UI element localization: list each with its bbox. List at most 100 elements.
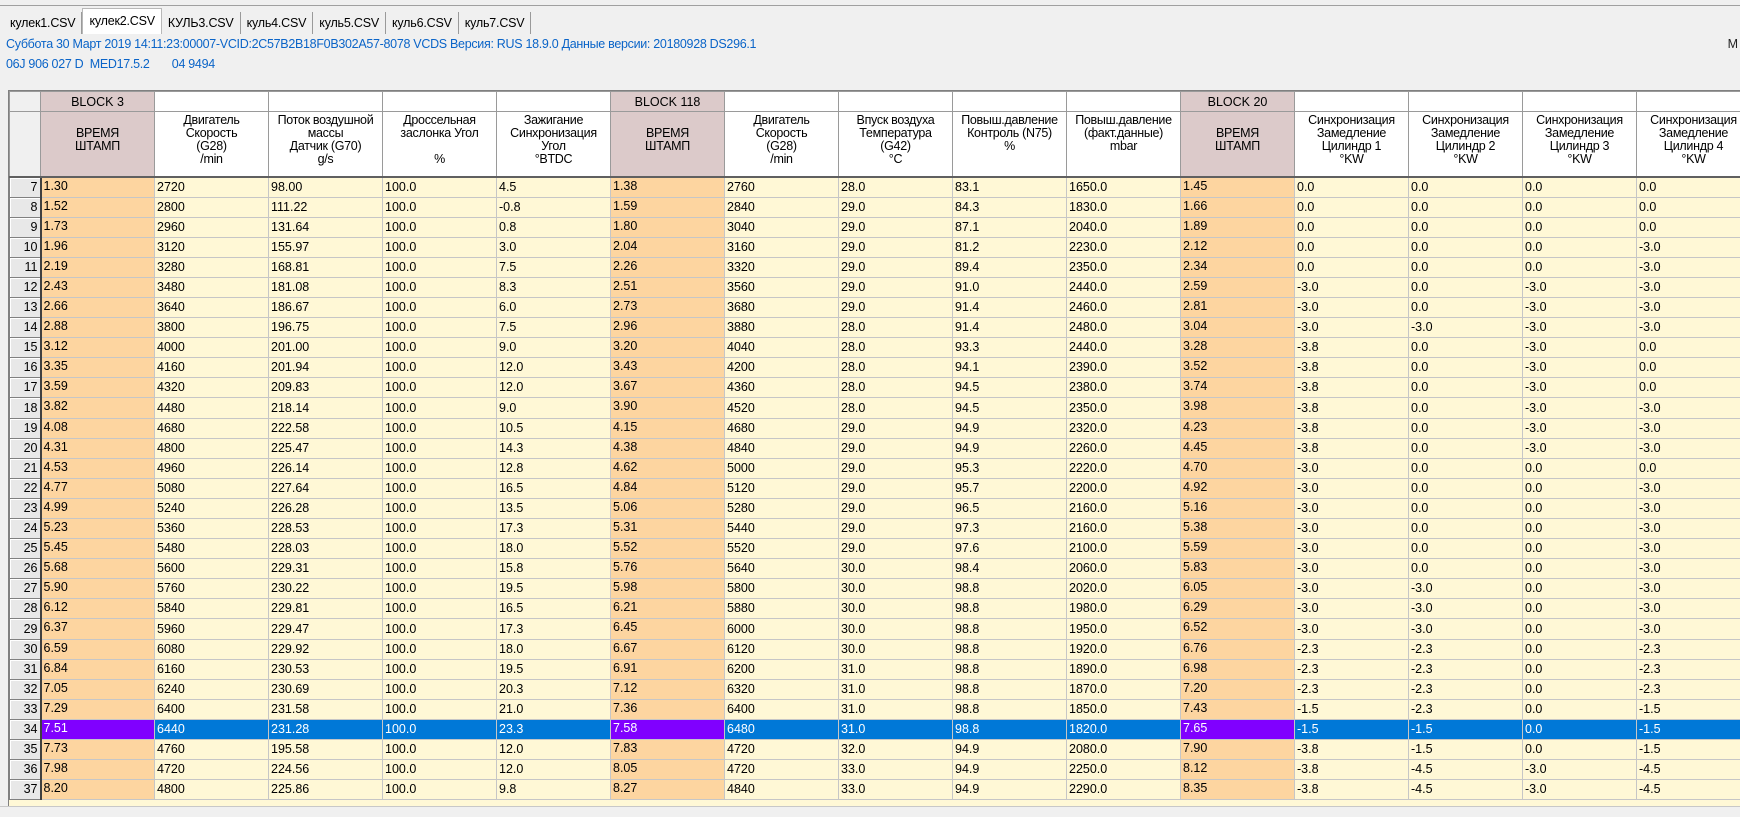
table-row[interactable]: 286.125840229.81100.016.56.21588030.098.… <box>10 599 1740 619</box>
value-cell[interactable]: 2040.0 <box>1067 217 1181 237</box>
value-cell[interactable]: 5640 <box>725 559 839 579</box>
value-cell[interactable]: -3.8 <box>1295 760 1409 780</box>
value-cell[interactable]: 3160 <box>725 237 839 257</box>
value-cell[interactable]: 4520 <box>725 398 839 418</box>
timestamp-cell[interactable]: 8.05 <box>611 760 725 780</box>
value-cell[interactable]: 7.5 <box>497 257 611 277</box>
value-cell[interactable]: 13.5 <box>497 498 611 518</box>
value-cell[interactable]: 100.0 <box>383 277 497 297</box>
value-cell[interactable]: 7.5 <box>497 318 611 338</box>
value-cell[interactable]: 94.1 <box>953 358 1067 378</box>
row-number[interactable]: 21 <box>10 458 41 478</box>
value-cell[interactable]: 0.0 <box>1523 498 1637 518</box>
table-row[interactable]: 91.732960131.64100.00.81.80304029.087.12… <box>10 217 1740 237</box>
value-cell[interactable]: 0.0 <box>1523 519 1637 539</box>
value-cell[interactable]: 31.0 <box>839 719 953 739</box>
value-cell[interactable]: 100.0 <box>383 679 497 699</box>
timestamp-cell[interactable]: 6.91 <box>611 659 725 679</box>
value-cell[interactable]: -3.0 <box>1637 398 1740 418</box>
timestamp-cell[interactable]: 4.84 <box>611 478 725 498</box>
value-cell[interactable]: 98.8 <box>953 619 1067 639</box>
value-cell[interactable]: 231.28 <box>269 719 383 739</box>
value-cell[interactable]: 29.0 <box>839 438 953 458</box>
value-cell[interactable]: 4320 <box>155 378 269 398</box>
timestamp-cell[interactable]: 2.81 <box>1181 297 1295 317</box>
value-cell[interactable]: 97.3 <box>953 519 1067 539</box>
value-cell[interactable]: 29.0 <box>839 458 953 478</box>
value-cell[interactable]: 91.4 <box>953 318 1067 338</box>
value-cell[interactable]: 0.0 <box>1523 237 1637 257</box>
value-cell[interactable]: -3.0 <box>1637 237 1740 257</box>
timestamp-cell[interactable]: 4.92 <box>1181 478 1295 498</box>
value-cell[interactable]: 29.0 <box>839 418 953 438</box>
value-cell[interactable]: 4360 <box>725 378 839 398</box>
value-cell[interactable]: 3320 <box>725 257 839 277</box>
value-cell[interactable]: 31.0 <box>839 679 953 699</box>
timestamp-cell[interactable]: 6.12 <box>41 599 155 619</box>
value-cell[interactable]: -2.3 <box>1409 639 1523 659</box>
table-row[interactable]: 245.235360228.53100.017.35.31544029.097.… <box>10 519 1740 539</box>
value-cell[interactable]: -3.0 <box>1637 418 1740 438</box>
value-cell[interactable]: 3120 <box>155 237 269 257</box>
value-cell[interactable]: 4760 <box>155 740 269 760</box>
value-cell[interactable]: 0.0 <box>1409 418 1523 438</box>
value-cell[interactable]: -3.0 <box>1295 498 1409 518</box>
value-cell[interactable]: 0.0 <box>1409 478 1523 498</box>
value-cell[interactable]: 28.0 <box>839 318 953 338</box>
value-cell[interactable]: 222.58 <box>269 418 383 438</box>
value-cell[interactable]: -3.0 <box>1523 418 1637 438</box>
value-cell[interactable]: 29.0 <box>839 478 953 498</box>
timestamp-cell[interactable]: 3.74 <box>1181 378 1295 398</box>
value-cell[interactable]: 0.0 <box>1523 458 1637 478</box>
value-cell[interactable]: 3040 <box>725 217 839 237</box>
value-cell[interactable]: 6200 <box>725 659 839 679</box>
value-cell[interactable]: 6000 <box>725 619 839 639</box>
value-cell[interactable]: -4.5 <box>1637 760 1740 780</box>
value-cell[interactable]: 3680 <box>725 297 839 317</box>
timestamp-cell[interactable]: 4.77 <box>41 478 155 498</box>
table-row[interactable]: 255.455480228.03100.018.05.52552029.097.… <box>10 539 1740 559</box>
row-number[interactable]: 7 <box>10 177 41 198</box>
value-cell[interactable]: -3.0 <box>1409 599 1523 619</box>
value-cell[interactable]: -3.0 <box>1523 358 1637 378</box>
value-cell[interactable]: 0.0 <box>1409 257 1523 277</box>
value-cell[interactable]: 100.0 <box>383 539 497 559</box>
value-cell[interactable]: 226.14 <box>269 458 383 478</box>
tab--2-csv[interactable]: кулек2.CSV <box>82 8 161 34</box>
value-cell[interactable]: -3.8 <box>1295 780 1409 800</box>
timestamp-cell[interactable]: 2.96 <box>611 318 725 338</box>
value-cell[interactable]: 28.0 <box>839 338 953 358</box>
value-cell[interactable]: -2.3 <box>1409 679 1523 699</box>
value-cell[interactable]: -3.0 <box>1637 559 1740 579</box>
timestamp-cell[interactable]: 4.45 <box>1181 438 1295 458</box>
value-cell[interactable]: 30.0 <box>839 619 953 639</box>
value-cell[interactable]: 4480 <box>155 398 269 418</box>
timestamp-cell[interactable]: 4.70 <box>1181 458 1295 478</box>
value-cell[interactable]: 0.0 <box>1295 237 1409 257</box>
timestamp-cell[interactable]: 4.23 <box>1181 418 1295 438</box>
value-cell[interactable]: 29.0 <box>839 257 953 277</box>
tab--4-csv[interactable]: куль4.CSV <box>241 12 314 34</box>
column-header[interactable]: Двигатель Скорость (G28) /min <box>725 112 839 177</box>
row-number[interactable]: 20 <box>10 438 41 458</box>
value-cell[interactable]: 1820.0 <box>1067 719 1181 739</box>
timestamp-cell[interactable]: 3.12 <box>41 338 155 358</box>
value-cell[interactable]: 100.0 <box>383 338 497 358</box>
value-cell[interactable]: 94.9 <box>953 740 1067 760</box>
table-row[interactable]: 327.056240230.69100.020.37.12632031.098.… <box>10 679 1740 699</box>
value-cell[interactable]: 230.22 <box>269 579 383 599</box>
value-cell[interactable]: 229.47 <box>269 619 383 639</box>
value-cell[interactable]: -3.8 <box>1295 398 1409 418</box>
value-cell[interactable]: 6480 <box>725 719 839 739</box>
value-cell[interactable]: 100.0 <box>383 418 497 438</box>
row-number[interactable]: 30 <box>10 639 41 659</box>
value-cell[interactable]: 12.0 <box>497 760 611 780</box>
value-cell[interactable]: 28.0 <box>839 378 953 398</box>
value-cell[interactable]: 195.58 <box>269 740 383 760</box>
value-cell[interactable]: 0.0 <box>1409 498 1523 518</box>
timestamp-cell[interactable]: 3.98 <box>1181 398 1295 418</box>
value-cell[interactable]: 20.3 <box>497 679 611 699</box>
table-row[interactable]: 81.522800111.22100.0-0.81.59284029.084.3… <box>10 197 1740 217</box>
row-number[interactable]: 28 <box>10 599 41 619</box>
value-cell[interactable]: -1.5 <box>1637 719 1740 739</box>
